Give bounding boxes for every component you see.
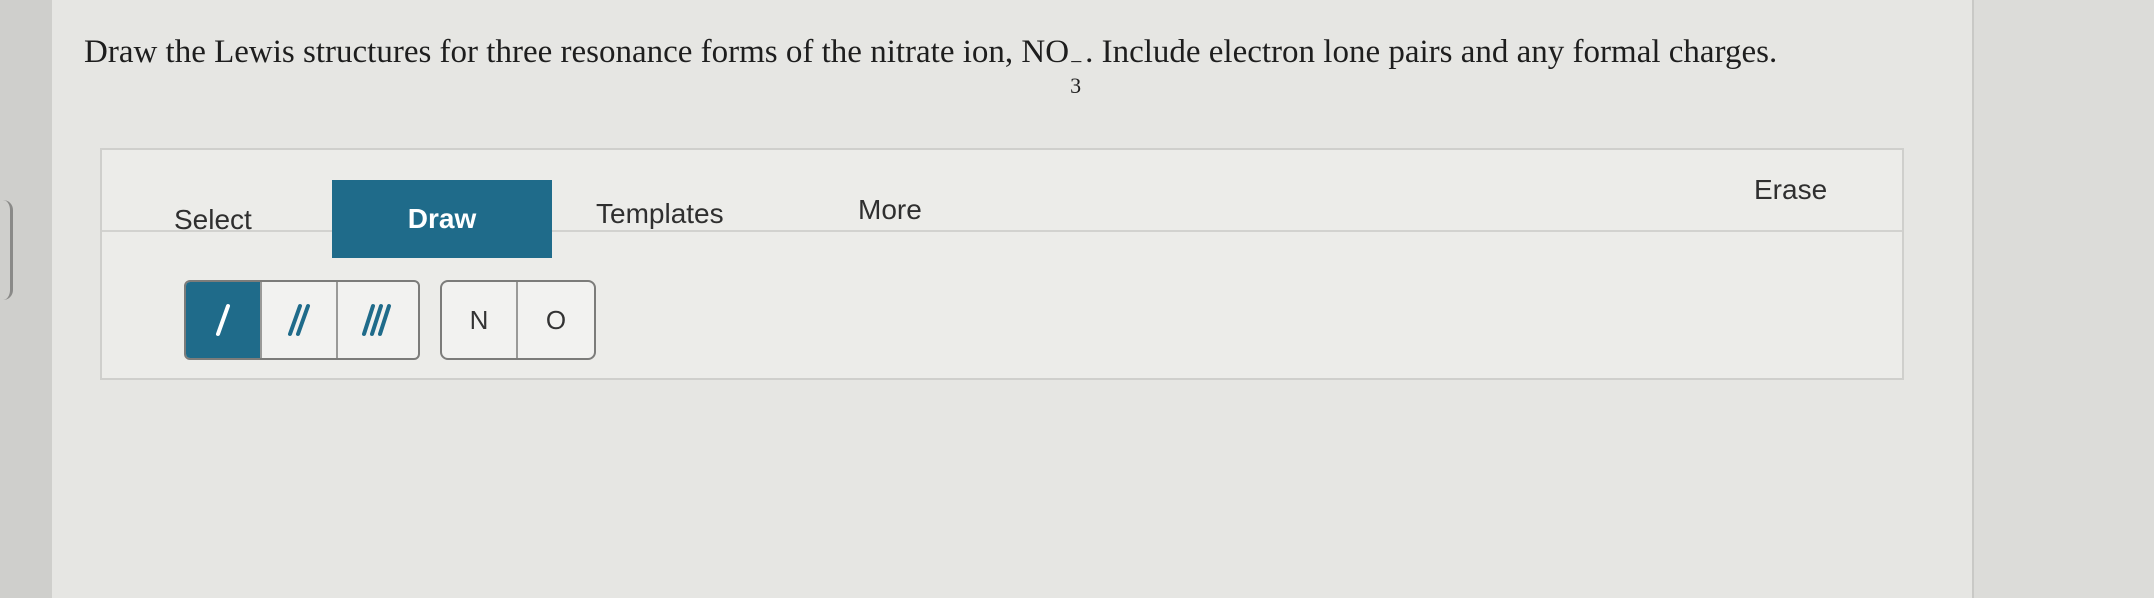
atom-button-oxygen[interactable]: O [518,282,594,358]
formula-base: NO [1021,34,1070,70]
tab-more[interactable]: More [858,194,922,226]
tab-select[interactable]: Select [174,204,252,236]
formula-subscript: 3 [1070,73,1082,98]
editor-toolbar: Select Draw Templates More Erase [102,150,1902,258]
double-bond-button[interactable] [262,282,338,358]
triple-bond-icon [362,304,391,336]
bond-tool-group [184,280,420,360]
right-edge [1974,0,2154,598]
tab-templates[interactable]: Templates [596,198,724,230]
question-text: Draw the Lewis structures for three reso… [84,22,1864,98]
double-bond-icon [288,304,310,336]
tab-draw[interactable]: Draw [332,180,552,258]
question-text-before: Draw the Lewis structures for three reso… [84,34,1022,70]
single-bond-button[interactable] [186,282,262,358]
edge-mark [0,200,13,300]
structure-editor: Select Draw Templates More Erase N O [100,148,1904,380]
left-edge [0,0,54,598]
triple-bond-button[interactable] [338,282,414,358]
question-text-after: . Include electron lone pairs and any fo… [1085,34,1778,70]
erase-button[interactable]: Erase [1754,174,1827,206]
question-page: Draw the Lewis structures for three reso… [52,0,1974,598]
single-bond-icon [216,304,230,336]
nitrate-formula: NO −3 [1021,34,1085,98]
atom-button-nitrogen[interactable]: N [442,282,518,358]
atom-tool-group: N O [440,280,596,360]
